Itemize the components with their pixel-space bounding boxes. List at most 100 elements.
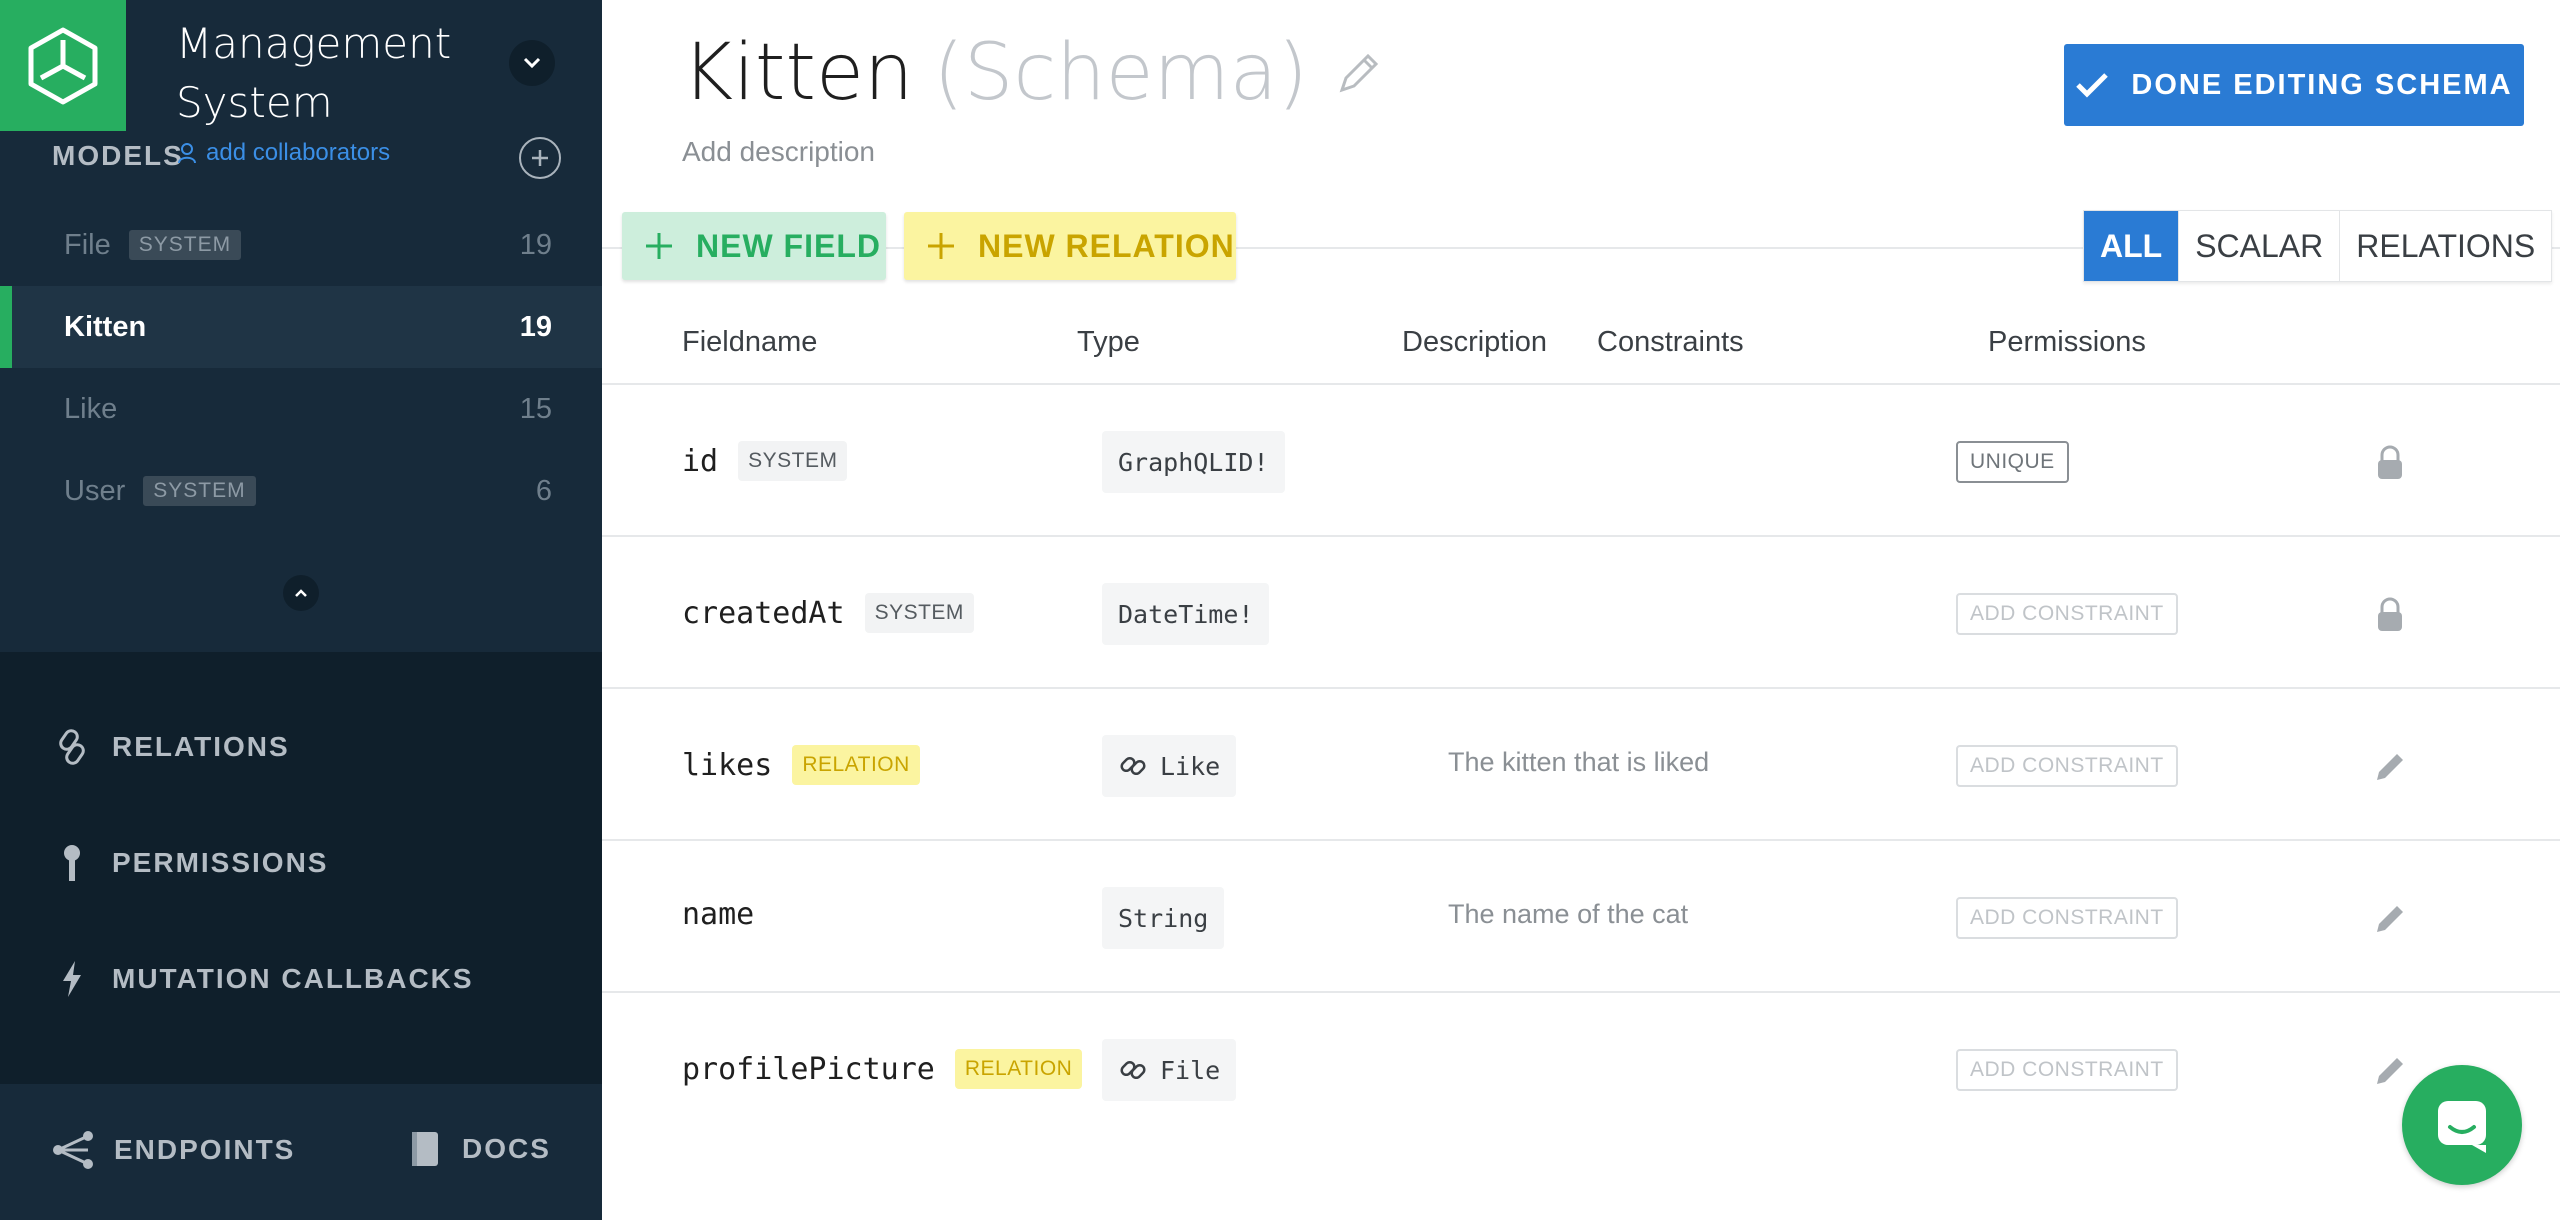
model-title: Kitten (Schema) xyxy=(682,28,1382,118)
constraint-tag[interactable]: UNIQUE xyxy=(1956,441,2069,483)
sidebar: Management System MODELS add collaborato… xyxy=(0,0,602,1220)
model-name: Kitten xyxy=(64,310,147,343)
add-constraint-button[interactable]: ADD CONSTRAINT xyxy=(1956,745,2178,787)
graph-logo-icon xyxy=(28,27,98,104)
nav-label: MUTATION CALLBACKS xyxy=(112,963,474,994)
project-title[interactable]: Management System xyxy=(176,14,506,132)
field-name: id SYSTEM xyxy=(682,441,848,481)
column-header-fieldname: Fieldname xyxy=(682,326,818,358)
field-type: DateTime! xyxy=(1102,583,1270,645)
column-header-type: Type xyxy=(1077,326,1140,358)
column-header-constraints: Constraints xyxy=(1597,326,1744,358)
filter-tab-scalar[interactable]: SCALAR xyxy=(2178,211,2339,281)
table-row[interactable]: name String The name of the cat ADD CONS… xyxy=(602,841,2560,993)
field-description: The name of the cat xyxy=(1448,899,1689,929)
nav-item-permissions[interactable]: PERMISSIONS xyxy=(52,838,328,888)
field-type: String xyxy=(1102,887,1225,949)
pencil-icon[interactable] xyxy=(2372,899,2408,939)
add-collaborators-label: add collaborators xyxy=(206,139,391,166)
filter-tab-relations[interactable]: RELATIONS xyxy=(2339,211,2551,281)
endpoints-label: ENDPOINTS xyxy=(114,1134,296,1165)
docs-button[interactable]: DOCS xyxy=(410,1130,551,1168)
done-editing-schema-button[interactable]: DONE EDITING SCHEMA xyxy=(2064,44,2524,126)
model-item-file[interactable]: File SYSTEM 19 xyxy=(0,204,602,286)
add-constraint-button[interactable]: ADD CONSTRAINT xyxy=(1956,1049,2178,1091)
field-type-text: Like xyxy=(1160,751,1221,781)
link-icon xyxy=(52,727,92,767)
model-count: 6 xyxy=(535,474,552,507)
system-badge: SYSTEM xyxy=(738,441,848,481)
filter-tab-all[interactable]: ALL xyxy=(2084,211,2179,281)
app-logo[interactable] xyxy=(0,0,126,131)
table-row[interactable]: id SYSTEM GraphQLID! UNIQUE xyxy=(602,385,2560,537)
table-row[interactable]: likes RELATION Like The kitten that is l… xyxy=(602,689,2560,841)
add-constraint-button[interactable]: ADD CONSTRAINT xyxy=(1956,593,2178,635)
nav-item-mutation-callbacks[interactable]: MUTATION CALLBACKS xyxy=(52,954,474,1004)
system-badge: SYSTEM xyxy=(128,230,242,260)
nav-label: PERMISSIONS xyxy=(112,847,329,878)
new-field-button[interactable]: NEW FIELD xyxy=(622,212,886,280)
table-row[interactable]: profilePicture RELATION File ADD CONSTRA… xyxy=(602,993,2560,1145)
add-model-button[interactable] xyxy=(519,137,561,179)
model-name-title[interactable]: Kitten xyxy=(682,28,913,118)
field-name: likes RELATION xyxy=(682,745,920,785)
collapse-models-button[interactable] xyxy=(283,575,319,611)
field-description: The kitten that is liked xyxy=(1448,747,1710,777)
chat-support-button[interactable] xyxy=(2402,1065,2522,1185)
field-name: createdAt SYSTEM xyxy=(682,593,974,633)
new-relation-button[interactable]: NEW RELATION xyxy=(904,212,1236,280)
project-dropdown-button[interactable] xyxy=(509,40,555,86)
field-name-text: createdAt xyxy=(682,595,845,631)
model-count: 19 xyxy=(519,310,552,343)
field-type-text: File xyxy=(1160,1055,1221,1085)
link-icon xyxy=(1118,1055,1148,1085)
new-relation-label: NEW RELATION xyxy=(978,227,1235,264)
field-type: GraphQLID! xyxy=(1102,431,1285,493)
new-field-label: NEW FIELD xyxy=(696,227,881,264)
models-label: MODELS xyxy=(52,140,184,171)
add-collaborators-link[interactable]: add collaborators xyxy=(178,139,390,167)
table-row[interactable]: createdAt SYSTEM DateTime! ADD CONSTRAIN… xyxy=(602,537,2560,689)
link-icon xyxy=(1118,751,1148,781)
system-badge: SYSTEM xyxy=(864,593,974,633)
schema-editor: Kitten (Schema) Add description DONE EDI… xyxy=(602,0,2560,1220)
lock-icon xyxy=(2372,443,2408,483)
plus-icon xyxy=(532,150,548,166)
field-name-text: id xyxy=(682,443,719,479)
nav-label: RELATIONS xyxy=(112,731,290,762)
relation-badge: RELATION xyxy=(792,745,920,785)
lock-icon xyxy=(2372,595,2408,635)
chat-icon xyxy=(2438,1101,2486,1153)
model-item-like[interactable]: Like 15 xyxy=(0,368,602,450)
model-name: File xyxy=(64,228,111,261)
description-field[interactable]: Add description xyxy=(682,136,875,168)
checkmark-icon xyxy=(2075,71,2109,99)
model-count: 15 xyxy=(519,392,552,425)
add-constraint-button[interactable]: ADD CONSTRAINT xyxy=(1956,897,2178,939)
field-name: name xyxy=(682,897,754,932)
column-header-permissions: Permissions xyxy=(1988,326,2146,358)
docs-label: DOCS xyxy=(462,1133,551,1164)
key-icon xyxy=(52,843,92,883)
schema-suffix: (Schema) xyxy=(933,28,1308,118)
field-name-text: likes xyxy=(682,747,773,783)
field-name: profilePicture RELATION xyxy=(682,1049,1083,1089)
lightning-icon xyxy=(52,959,92,999)
field-type: File xyxy=(1102,1039,1237,1101)
model-item-kitten[interactable]: Kitten 19 xyxy=(0,286,602,368)
system-badge: SYSTEM xyxy=(143,476,256,506)
model-name: Like xyxy=(64,392,118,425)
pencil-icon[interactable] xyxy=(2372,747,2408,787)
relation-badge: RELATION xyxy=(954,1049,1083,1089)
model-name: User xyxy=(64,474,126,507)
share-icon xyxy=(53,1131,93,1169)
field-filter-tabs: ALL SCALAR RELATIONS xyxy=(2083,210,2553,282)
pencil-icon[interactable] xyxy=(2372,1051,2408,1091)
endpoints-button[interactable]: ENDPOINTS xyxy=(52,1130,295,1170)
plus-icon xyxy=(644,231,674,261)
nav-item-relations[interactable]: RELATIONS xyxy=(52,722,290,772)
plus-icon xyxy=(926,231,956,261)
pencil-icon[interactable] xyxy=(1336,50,1382,96)
model-item-user[interactable]: User SYSTEM 6 xyxy=(0,450,602,532)
chevron-up-icon xyxy=(295,589,307,597)
